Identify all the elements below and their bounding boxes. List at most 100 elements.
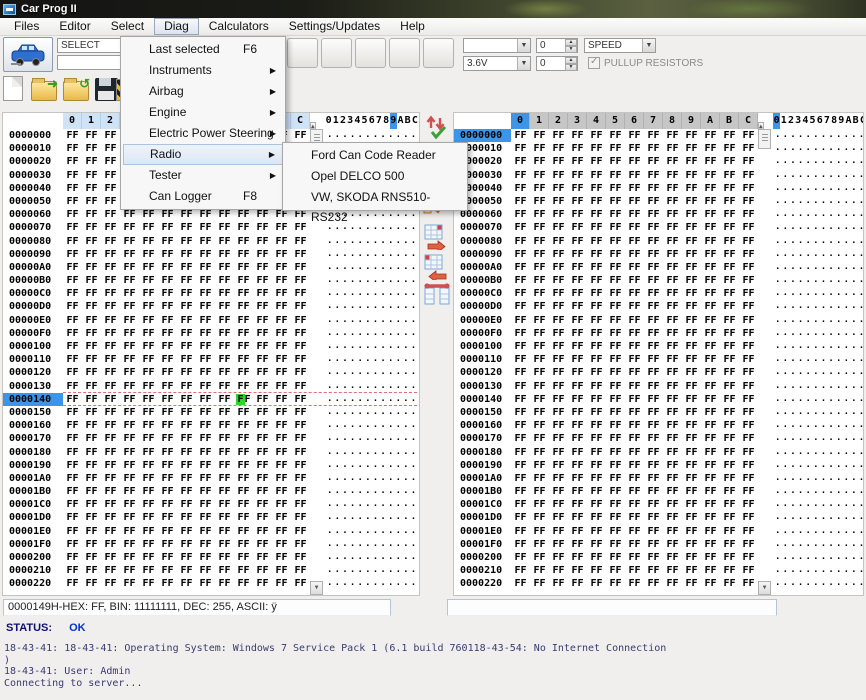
hex-cell[interactable]: FF [606, 485, 625, 498]
hex-cell[interactable]: FF [177, 274, 196, 287]
hex-cell[interactable]: FF [644, 169, 663, 182]
hex-cell[interactable]: FF [272, 538, 291, 551]
hex-cell[interactable]: FF [720, 261, 739, 274]
hex-cell[interactable]: FF [158, 353, 177, 366]
hex-cell[interactable]: FF [682, 221, 701, 234]
scrollbar-track[interactable] [758, 419, 771, 432]
hex-cell[interactable]: FF [720, 380, 739, 393]
hex-cell[interactable]: FF [530, 221, 549, 234]
hex-cell[interactable]: FF [101, 551, 120, 564]
hex-cell[interactable]: FF [177, 353, 196, 366]
hex-cell[interactable]: FF [644, 129, 663, 142]
hex-cell[interactable]: FF [625, 551, 644, 564]
hex-cell[interactable]: FF [720, 235, 739, 248]
hex-cell[interactable]: FF [82, 287, 101, 300]
hex-cell[interactable]: FF [549, 129, 568, 142]
hex-cell[interactable]: FF [101, 314, 120, 327]
spinner-buttons[interactable]: ▲▼ [565, 39, 577, 52]
hex-cell[interactable]: FF [682, 419, 701, 432]
hex-cell[interactable]: FF [120, 472, 139, 485]
ascii-cell[interactable]: ............. [323, 274, 419, 287]
hex-cell[interactable]: FF [625, 525, 644, 538]
hex-cell[interactable]: FF [272, 314, 291, 327]
hex-cell[interactable]: FF [253, 366, 272, 379]
hex-cell[interactable]: FF [234, 459, 253, 472]
hex-cell[interactable]: FF [196, 314, 215, 327]
hex-cell[interactable]: FF [196, 498, 215, 511]
hex-cell[interactable]: FF [720, 551, 739, 564]
hex-cell[interactable]: FF [177, 340, 196, 353]
hex-cell[interactable]: FF [530, 300, 549, 313]
hex-cell[interactable]: FF [701, 564, 720, 577]
hex-cell[interactable]: FF [587, 129, 606, 142]
hex-cell[interactable]: FF [139, 472, 158, 485]
hex-cell[interactable]: FF [63, 221, 82, 234]
hex-cell[interactable]: FF [701, 577, 720, 590]
hex-cell[interactable]: FF [158, 459, 177, 472]
hex-cell[interactable]: FF [291, 314, 310, 327]
hex-cell[interactable]: FF [63, 195, 82, 208]
hex-cell[interactable]: FF [606, 248, 625, 261]
ascii-cell[interactable]: ............. [771, 525, 863, 538]
hex-cell[interactable]: FF [606, 169, 625, 182]
hex-cell[interactable]: FF [549, 221, 568, 234]
hex-cell[interactable]: FF [291, 327, 310, 340]
address-cell[interactable]: 00000D0 [3, 300, 63, 313]
hex-cell[interactable]: FF [587, 142, 606, 155]
hex-cell[interactable]: FF [291, 353, 310, 366]
hex-cell[interactable]: FF [644, 419, 663, 432]
address-cell[interactable]: 00001A0 [3, 472, 63, 485]
hex-cell[interactable]: FF [234, 551, 253, 564]
hex-cell[interactable]: FF [739, 498, 758, 511]
address-cell[interactable]: 00000F0 [454, 327, 511, 340]
hex-cell[interactable]: FF [530, 485, 549, 498]
hex-cell[interactable]: FF [291, 274, 310, 287]
hex-cell[interactable]: FF [549, 498, 568, 511]
hex-cell[interactable]: FF [291, 511, 310, 524]
hex-cell[interactable]: FF [720, 393, 739, 406]
hex-cell[interactable]: FF [120, 248, 139, 261]
hex-cell[interactable]: FF [158, 485, 177, 498]
ascii-cell[interactable]: ............. [771, 182, 863, 195]
hex-cell[interactable]: FF [663, 432, 682, 445]
hex-cell[interactable]: FF [101, 472, 120, 485]
hex-cell[interactable]: FF [606, 459, 625, 472]
hex-cell[interactable]: FF [568, 485, 587, 498]
address-cell[interactable]: 0000020 [3, 155, 63, 168]
hex-cell[interactable]: FF [291, 235, 310, 248]
hex-cell[interactable]: FF [196, 274, 215, 287]
scrollbar-track[interactable] [758, 169, 771, 182]
hex-cell[interactable]: FF [63, 446, 82, 459]
hex-cell[interactable]: FF [63, 327, 82, 340]
scrollbar-track[interactable] [758, 459, 771, 472]
hex-cell[interactable]: FF [82, 261, 101, 274]
hex-cell[interactable]: FF [530, 498, 549, 511]
hex-cell[interactable]: FF [101, 327, 120, 340]
hex-cell[interactable]: FF [568, 314, 587, 327]
hex-cell[interactable]: FF [739, 564, 758, 577]
scrollbar-track[interactable] [310, 353, 323, 366]
hex-cell[interactable]: FF [682, 353, 701, 366]
hex-cell[interactable]: FF [701, 459, 720, 472]
hex-cell[interactable]: FF [530, 511, 549, 524]
hex-cell[interactable]: FF [720, 195, 739, 208]
hex-cell[interactable]: FF [568, 340, 587, 353]
hex-cell[interactable]: FF [139, 261, 158, 274]
hex-cell[interactable]: FF [739, 511, 758, 524]
hex-cell[interactable]: FF [177, 248, 196, 261]
open-file-button[interactable]: ➜ [31, 76, 57, 103]
hex-cell[interactable]: FF [549, 235, 568, 248]
hex-cell[interactable]: FF [101, 459, 120, 472]
hex-cell[interactable]: FF [272, 564, 291, 577]
hex-cell[interactable]: FF [663, 327, 682, 340]
hex-cell[interactable]: FF [215, 551, 234, 564]
hex-cell[interactable]: FF [682, 393, 701, 406]
hex-cell[interactable]: FF [644, 142, 663, 155]
hex-cell[interactable]: FF [625, 538, 644, 551]
hex-cell[interactable]: FF [63, 340, 82, 353]
hex-cell[interactable]: FF [701, 129, 720, 142]
scrollbar-track[interactable] [758, 380, 771, 393]
hex-cell[interactable]: FF [587, 380, 606, 393]
hex-cell[interactable]: FF [196, 221, 215, 234]
hex-cell[interactable]: FF [568, 208, 587, 221]
